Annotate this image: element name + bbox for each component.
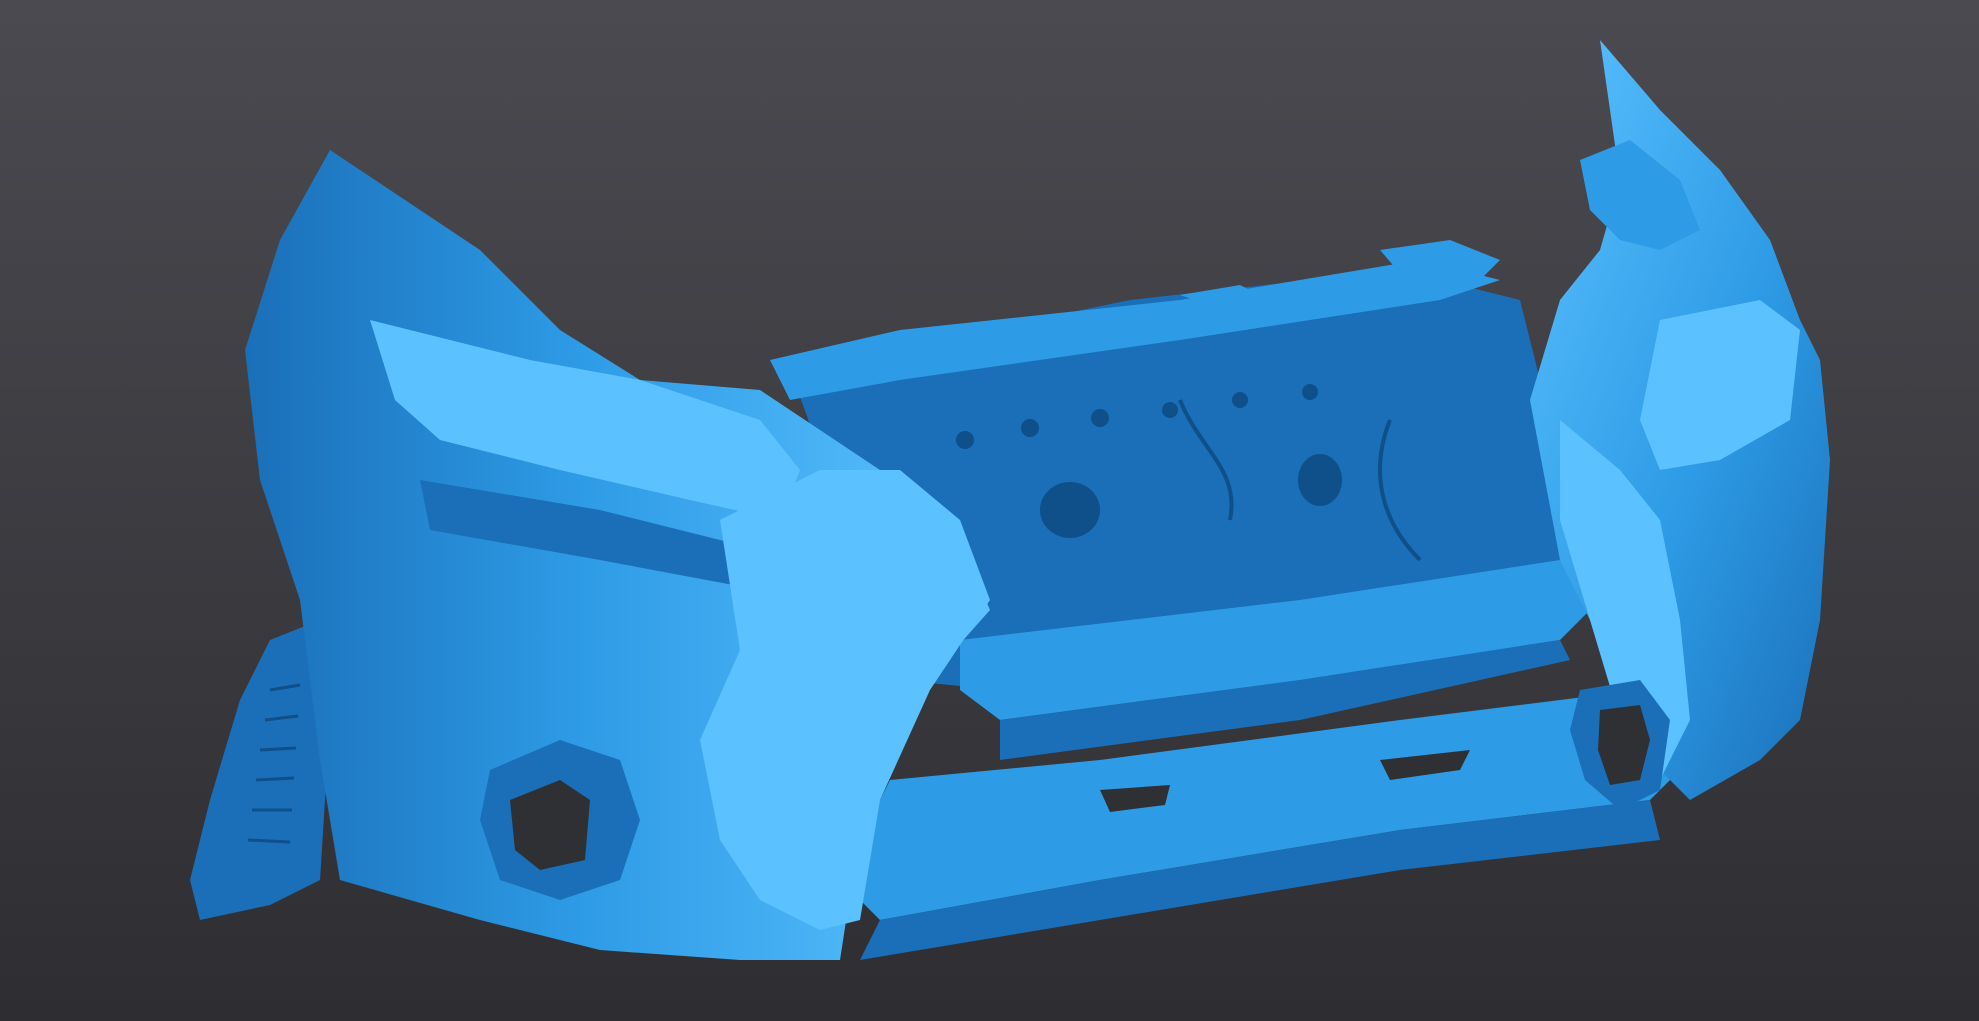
scan-render[interactable]: [0, 0, 1979, 1021]
shroud-opening-left: [1040, 482, 1100, 538]
shroud-opening-right: [1298, 454, 1342, 506]
3d-viewport[interactable]: [0, 0, 1979, 1021]
